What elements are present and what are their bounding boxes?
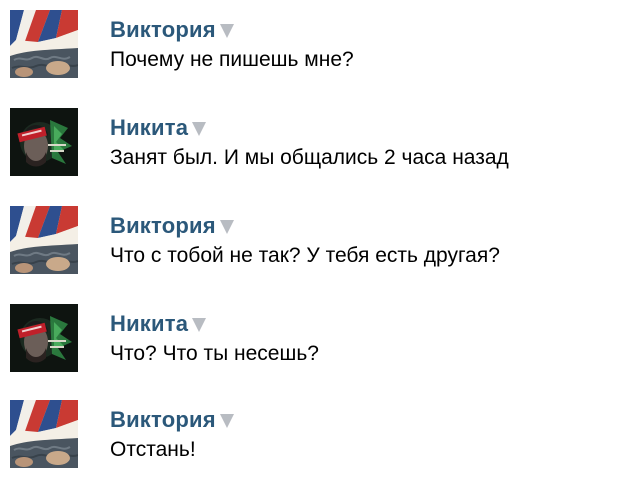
message-text: Что? Что ты несешь? (110, 342, 319, 365)
message-item: Никита Занят был. И мы общались 2 часа н… (0, 108, 620, 188)
message-item: Виктория Что с тобой не так? У тебя есть… (0, 206, 620, 286)
message-item: Виктория Почему не пишешь мне? (0, 10, 620, 90)
nikita-avatar-image (10, 304, 78, 372)
message-text: Что с тобой не так? У тебя есть другая? (110, 244, 500, 267)
author-name[interactable]: Никита (110, 311, 188, 337)
viktoria-avatar-image (10, 206, 78, 274)
viktoria-avatar-image (10, 400, 78, 468)
caret-down-icon[interactable] (219, 220, 234, 234)
message-text: Почему не пишешь мне? (110, 48, 354, 71)
avatar-nikita[interactable] (10, 108, 78, 176)
message-item: Виктория Отстань! (0, 400, 620, 480)
author-name[interactable]: Виктория (110, 17, 216, 43)
avatar-nikita[interactable] (10, 304, 78, 372)
avatar-viktoria[interactable] (10, 10, 78, 78)
message-header: Никита (110, 115, 207, 141)
message-header: Никита (110, 311, 207, 337)
message-header: Виктория (110, 17, 234, 43)
avatar-viktoria[interactable] (10, 206, 78, 274)
avatar-viktoria[interactable] (10, 400, 78, 468)
message-text: Занят был. И мы общались 2 часа назад (110, 146, 509, 169)
message-text: Отстань! (110, 438, 196, 461)
viktoria-avatar-image (10, 10, 78, 78)
caret-down-icon[interactable] (219, 414, 234, 428)
caret-down-icon[interactable] (219, 24, 234, 38)
message-header: Виктория (110, 407, 234, 433)
caret-down-icon[interactable] (192, 318, 207, 332)
author-name[interactable]: Никита (110, 115, 188, 141)
nikita-avatar-image (10, 108, 78, 176)
author-name[interactable]: Виктория (110, 407, 216, 433)
message-item: Никита Что? Что ты несешь? (0, 304, 620, 384)
message-header: Виктория (110, 213, 234, 239)
author-name[interactable]: Виктория (110, 213, 216, 239)
caret-down-icon[interactable] (192, 122, 207, 136)
